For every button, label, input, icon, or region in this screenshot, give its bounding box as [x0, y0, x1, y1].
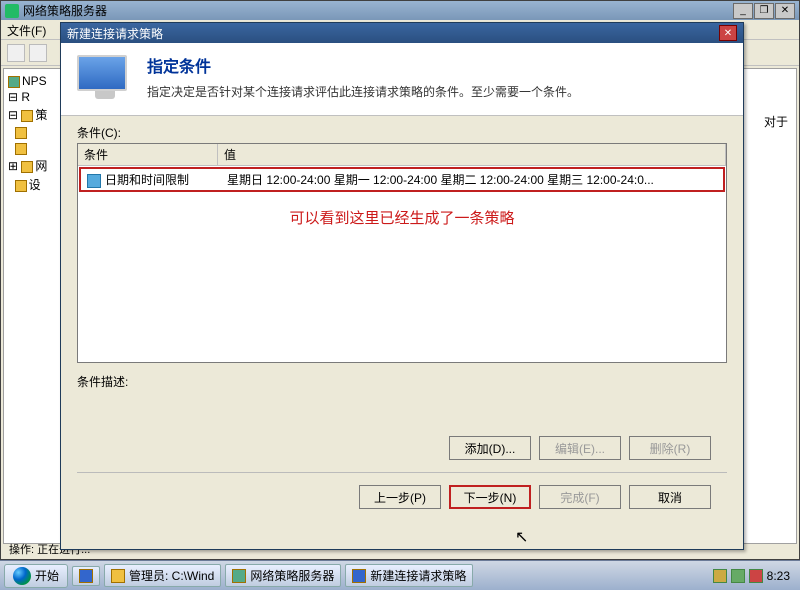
datetime-icon [87, 174, 101, 188]
folder-icon [15, 127, 27, 139]
dialog-heading: 指定条件 [147, 53, 579, 77]
tray-icon[interactable] [749, 569, 763, 583]
system-tray[interactable]: 8:23 [707, 569, 796, 583]
next-button[interactable]: 下一步(N) [449, 485, 531, 509]
toolbar-fwd-icon[interactable] [29, 44, 47, 62]
tree-root[interactable]: NPS [22, 74, 47, 88]
col-condition[interactable]: 条件 [78, 144, 218, 165]
new-connection-request-policy-dialog: 新建连接请求策略 ✕ 指定条件 指定决定是否针对某个连接请求评估此连接请求策略的… [60, 22, 744, 550]
annotation-text: 可以看到这里已经生成了一条策略 [78, 193, 726, 242]
taskbar-item-nps[interactable]: 网络策略服务器 [225, 564, 341, 587]
description-box [77, 390, 727, 430]
folder-icon [21, 110, 33, 122]
dialog-subheading: 指定决定是否针对某个连接请求评估此连接请求策略的条件。至少需要一个条件。 [147, 83, 579, 100]
taskbar-item-cmd[interactable]: 管理员: C:\Wind [104, 564, 221, 587]
server-icon [8, 76, 20, 88]
dialog-titlebar[interactable]: 新建连接请求策略 ✕ [61, 23, 743, 43]
folder-icon [15, 180, 27, 192]
toolbar-back-icon[interactable] [7, 44, 25, 62]
monitor-icon [77, 55, 133, 105]
start-label: 开始 [35, 567, 59, 584]
dialog-close-button[interactable]: ✕ [719, 25, 737, 41]
nav-tree[interactable]: NPS ⊟ R ⊟ 策 ⊞ 网 设 [3, 68, 63, 544]
taskbar-item-wizard[interactable]: 新建连接请求策略 [345, 564, 473, 587]
taskbar[interactable]: 开始 管理员: C:\Wind 网络策略服务器 新建连接请求策略 8:23 [0, 560, 800, 590]
parent-titlebar[interactable]: 网络策略服务器 _ ❐ ✕ [1, 1, 799, 20]
tree-r[interactable]: R [21, 90, 30, 104]
wizard-icon [352, 569, 366, 583]
tree-f3[interactable]: 设 [29, 178, 41, 192]
app-icon [5, 4, 19, 18]
panel-label: 对于 [764, 113, 788, 130]
separator [77, 472, 727, 473]
start-button[interactable]: 开始 [4, 564, 68, 588]
conditions-label: 条件(C): [77, 124, 727, 141]
finish-button[interactable]: 完成(F) [539, 485, 621, 509]
clock[interactable]: 8:23 [767, 569, 790, 583]
add-button[interactable]: 添加(D)... [449, 436, 531, 460]
dialog-header: 指定条件 指定决定是否针对某个连接请求评估此连接请求策略的条件。至少需要一个条件… [61, 43, 743, 116]
dialog-title: 新建连接请求策略 [67, 25, 163, 42]
folder-icon [21, 161, 33, 173]
row-condition: 日期和时间限制 [105, 173, 189, 187]
tray-icon[interactable] [731, 569, 745, 583]
condition-row[interactable]: 日期和时间限制 星期日 12:00-24:00 星期一 12:00-24:00 … [79, 167, 725, 192]
row-value: 星期日 12:00-24:00 星期一 12:00-24:00 星期二 12:0… [221, 169, 723, 190]
tray-icon[interactable] [713, 569, 727, 583]
desktop-icon [79, 569, 93, 583]
menu-file[interactable]: 文件(F) [7, 22, 46, 37]
parent-close-button[interactable]: ✕ [775, 3, 795, 19]
parent-restore-button[interactable]: ❐ [754, 3, 774, 19]
back-button[interactable]: 上一步(P) [359, 485, 441, 509]
conditions-listview[interactable]: 条件 值 日期和时间限制 星期日 12:00-24:00 星期一 12:00-2… [77, 143, 727, 363]
parent-title: 网络策略服务器 [23, 2, 107, 19]
conditions-header: 条件 值 [78, 144, 726, 166]
cancel-button[interactable]: 取消 [629, 485, 711, 509]
description-label: 条件描述: [77, 373, 727, 390]
nps-icon [232, 569, 246, 583]
remove-button[interactable]: 删除(R) [629, 436, 711, 460]
taskbar-desktop-icon[interactable] [72, 566, 100, 586]
cmd-icon [111, 569, 125, 583]
edit-button[interactable]: 编辑(E)... [539, 436, 621, 460]
tree-f2[interactable]: 网 [35, 159, 47, 173]
windows-orb-icon [13, 567, 31, 585]
col-value[interactable]: 值 [218, 144, 726, 165]
folder-icon [15, 143, 27, 155]
parent-min-button[interactable]: _ [733, 3, 753, 19]
tree-f1[interactable]: 策 [35, 108, 47, 122]
